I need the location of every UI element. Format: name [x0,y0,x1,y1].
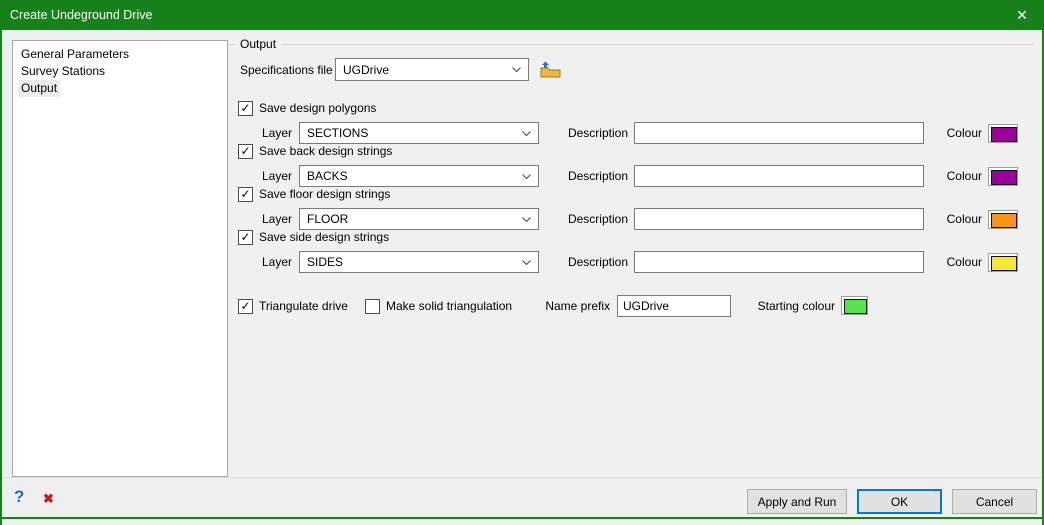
specifications-file-select[interactable]: UGDrive [335,58,529,81]
triangulate-drive-checkbox[interactable]: ✓ Triangulate drive [238,298,348,314]
checkbox-label: Triangulate drive [259,299,348,313]
description-label: Description [560,169,628,183]
checkbox-icon[interactable] [365,299,380,314]
checkmark-icon: ✓ [240,144,250,158]
chevron-down-icon [512,67,521,72]
colour-fill [844,299,867,314]
starting-colour-swatch[interactable] [841,296,868,315]
description-input[interactable] [634,122,924,144]
checkbox-label: Save design polygons [259,101,376,115]
colour-swatch[interactable] [988,210,1018,229]
description-label: Description [560,212,628,226]
layer-label: Layer [232,255,292,269]
save-back-design-strings-checkbox[interactable]: ✓ Save back design strings [238,143,392,159]
help-icon[interactable]: ? [14,487,24,507]
layer-value: SIDES [307,255,343,269]
sidebar-item-general-parameters[interactable]: General Parameters [18,46,132,63]
checkbox-label: Make solid triangulation [386,299,512,313]
checkbox-icon[interactable]: ✓ [238,101,253,116]
layer-value: FLOOR [307,212,348,226]
titlebar[interactable]: Create Undeground Drive ✕ [0,0,1044,30]
colour-fill [991,170,1017,185]
dialog-title: Create Undeground Drive [10,8,152,22]
layer-label: Layer [232,126,292,140]
groupbox-line [281,44,1034,45]
save-design-polygons-checkbox[interactable]: ✓ Save design polygons [238,100,376,116]
layer-label: Layer [232,169,292,183]
colour-fill [991,127,1017,142]
checkmark-icon: ✓ [240,299,250,313]
delete-icon[interactable]: ✖ [43,491,54,507]
list-item-label: Survey Stations [21,64,105,78]
layer-select-backs[interactable]: BACKS [299,165,539,187]
layer-value: SECTIONS [307,126,368,140]
save-floor-design-strings-checkbox[interactable]: ✓ Save floor design strings [238,186,390,202]
chevron-down-icon [522,174,531,179]
pages-list[interactable]: General Parameters Survey Stations Outpu… [12,40,228,477]
cancel-button[interactable]: Cancel [952,489,1037,514]
colour-fill [991,213,1017,228]
apply-and-run-button[interactable]: Apply and Run [747,489,847,514]
layer-label: Layer [232,212,292,226]
list-item-label: General Parameters [21,47,129,61]
footer-divider [2,477,1042,478]
window-bottom-frame [0,517,1044,525]
colour-swatch[interactable] [988,253,1018,272]
checkbox-label: Save back design strings [259,144,392,158]
chevron-down-icon [522,131,531,136]
colour-swatch[interactable] [988,167,1018,186]
description-input[interactable] [634,251,924,273]
description-input[interactable] [634,165,924,187]
chevron-down-icon [522,217,531,222]
close-icon[interactable]: ✕ [1010,0,1034,30]
checkbox-label: Save floor design strings [259,187,390,201]
sidebar-item-output[interactable]: Output [18,80,60,97]
chevron-down-icon [522,260,531,265]
colour-label: Colour [940,255,982,269]
specifications-file-value: UGDrive [343,63,389,77]
colour-label: Colour [940,126,982,140]
name-prefix-input[interactable] [617,295,731,317]
create-underground-drive-dialog: Create Undeground Drive ✕ General Parame… [0,0,1044,525]
list-item-label: Output [21,81,57,95]
checkmark-icon: ✓ [240,187,250,201]
checkbox-icon[interactable]: ✓ [238,144,253,159]
colour-swatch[interactable] [988,124,1018,143]
open-folder-icon[interactable] [540,61,561,78]
layer-value: BACKS [307,169,348,183]
checkbox-icon[interactable]: ✓ [238,299,253,314]
make-solid-triangulation-checkbox[interactable]: Make solid triangulation [365,298,512,314]
description-input[interactable] [634,208,924,230]
colour-fill [991,256,1017,271]
checkmark-icon: ✓ [240,101,250,115]
starting-colour-label: Starting colour [750,299,835,313]
description-label: Description [560,126,628,140]
checkmark-icon: ✓ [240,230,250,244]
output-groupbox-header: Output [228,36,1034,52]
checkbox-label: Save side design strings [259,230,389,244]
layer-select-floor[interactable]: FLOOR [299,208,539,230]
groupbox-line [228,44,235,45]
ok-button[interactable]: OK [857,489,942,514]
checkbox-icon[interactable]: ✓ [238,230,253,245]
description-label: Description [560,255,628,269]
layer-select-sections[interactable]: SECTIONS [299,122,539,144]
groupbox-label: Output [240,37,276,51]
name-prefix-label: Name prefix [542,299,610,313]
sidebar-item-survey-stations[interactable]: Survey Stations [18,63,108,80]
colour-label: Colour [940,169,982,183]
colour-label: Colour [940,212,982,226]
specifications-file-label: Specifications file [240,63,333,77]
checkbox-icon[interactable]: ✓ [238,187,253,202]
save-side-design-strings-checkbox[interactable]: ✓ Save side design strings [238,229,389,245]
dialog-body: General Parameters Survey Stations Outpu… [0,30,1044,517]
layer-select-sides[interactable]: SIDES [299,251,539,273]
